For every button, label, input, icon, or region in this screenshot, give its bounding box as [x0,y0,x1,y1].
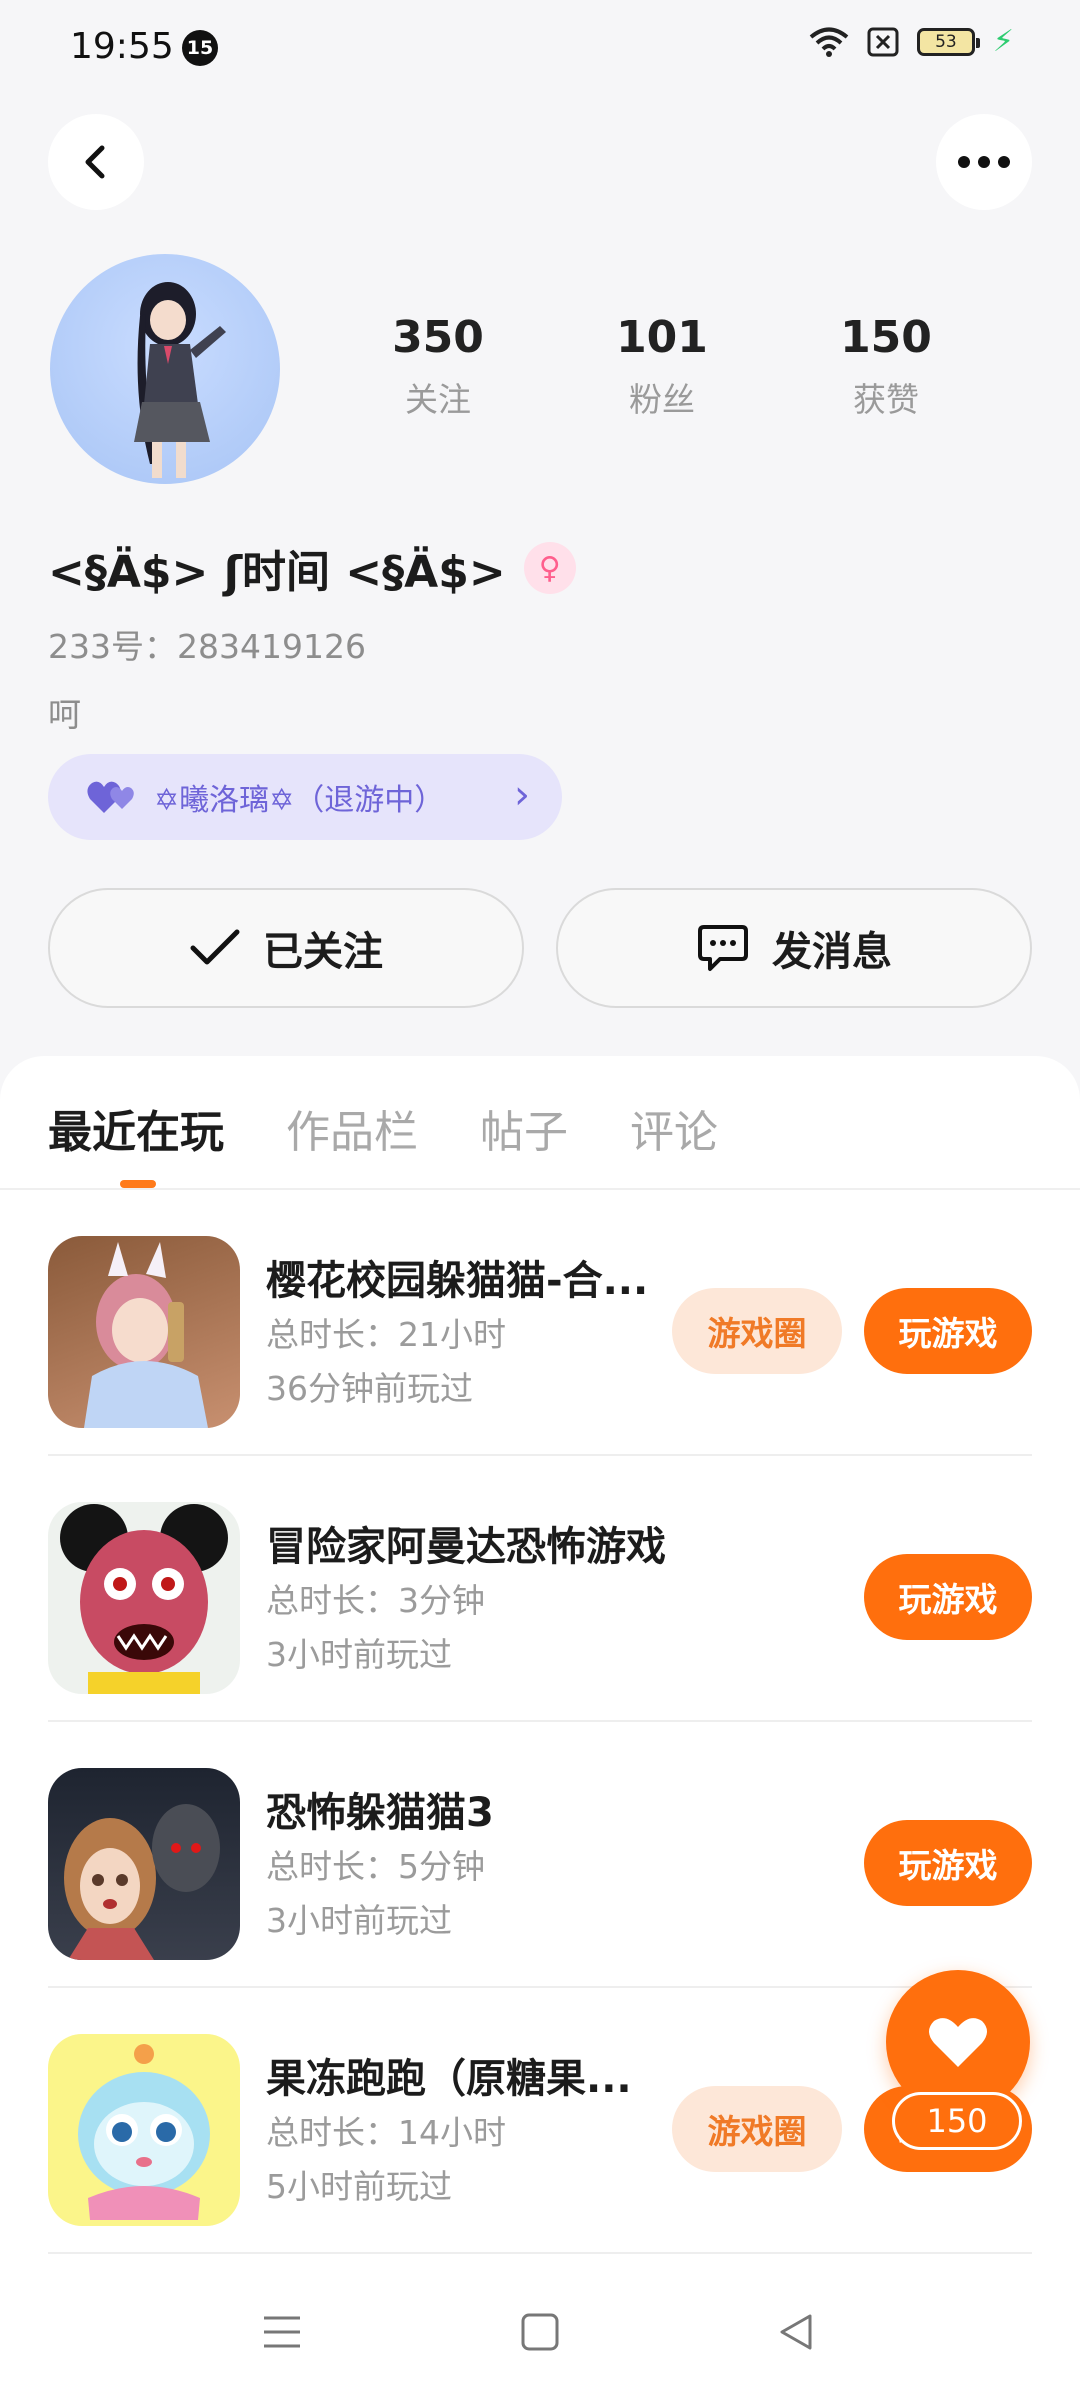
profile-stats: 350 关注 101 粉丝 150 获赞 [326,312,998,421]
stat-value: 150 [840,312,932,363]
heart-pair-icon [87,781,134,813]
game-circle-button[interactable]: 游戏圈 [672,2086,842,2172]
game-list-item[interactable]: 冒险家阿曼达恐怖游戏 总时长：3分钟 3小时前玩过 玩游戏 [48,1456,1032,1722]
tab-works[interactable]: 作品栏 [286,1096,418,1160]
no-sim-icon [867,27,899,57]
play-game-button[interactable]: 玩游戏 [864,1554,1032,1640]
stat-value: 350 [392,312,484,363]
checkmark-icon [190,929,240,965]
send-message-label: 发消息 [772,929,892,975]
play-game-button[interactable]: 玩游戏 [864,1288,1032,1374]
followed-label: 已关注 [263,929,383,975]
game-last-played: 3小时前玩过 [266,1901,452,1940]
stat-likes[interactable]: 150 获赞 [774,312,998,421]
menu-icon[interactable] [262,2312,302,2352]
game-last-played: 5小时前玩过 [266,2167,452,2206]
back-icon[interactable] [776,2312,816,2352]
chevron-right-icon: › [514,772,530,818]
game-title: 恐怖躲猫猫3 [266,1790,494,1836]
stat-following[interactable]: 350 关注 [326,312,550,421]
back-arrow-icon [85,145,105,179]
back-button[interactable] [48,114,144,210]
stat-label: 获赞 [853,380,919,419]
game-list-item[interactable]: 樱花校园躲猫猫-合... 总时长：21小时 36分钟前玩过 游戏圈 玩游戏 [48,1190,1032,1456]
game-list-item[interactable]: 果冻跑跑（原糖果... 总时长：14小时 5小时前玩过 游戏圈 玩游戏 [48,1988,1032,2254]
game-duration: 总时长：14小时 [266,2113,506,2152]
game-list-item[interactable]: 恐怖躲猫猫3 总时长：5分钟 3小时前玩过 玩游戏 [48,1722,1032,1988]
heart-icon [929,2018,987,2067]
system-navigation-bar [0,2276,1080,2400]
status-bar: 19:55 15 53 ⚡ [0,0,1080,96]
stat-label: 粉丝 [629,380,695,419]
status-time: 19:55 [70,26,174,67]
more-options-button[interactable] [936,114,1032,210]
relationship-pill[interactable]: ✡曦洛璃✡（退游中） › [48,754,562,840]
game-last-played: 36分钟前玩过 [266,1369,473,1408]
game-thumbnail [48,1502,240,1694]
notification-badge: 15 [182,30,218,66]
username: <§Ä$> ʃ时间 <§Ä$> [48,547,506,598]
game-title: 樱花校园躲猫猫-合... [266,1258,649,1304]
game-circle-button[interactable]: 游戏圈 [672,1288,842,1374]
more-dots-icon [958,156,1010,168]
game-thumbnail [48,1768,240,1960]
game-duration: 总时长：3分钟 [266,1581,485,1620]
charging-icon: ⚡ [992,24,1014,59]
wifi-icon [809,26,849,58]
game-thumbnail [48,1236,240,1428]
user-id: 233号：283419126 [48,627,366,666]
game-thumbnail [48,2034,240,2226]
tab-recently-played[interactable]: 最近在玩 [48,1096,224,1160]
stat-value: 101 [616,312,708,363]
username-row: <§Ä$> ʃ时间 <§Ä$> ♀ [48,536,576,600]
user-bio: 呵 [48,695,81,734]
game-duration: 总时长：21小时 [266,1315,506,1354]
game-last-played: 3小时前玩过 [266,1635,452,1674]
home-icon[interactable] [520,2312,560,2352]
play-game-button[interactable]: 玩游戏 [864,1820,1032,1906]
stat-label: 关注 [405,380,471,419]
avatar[interactable] [50,254,280,484]
like-count-badge: 150 [892,2092,1022,2150]
tab-comments[interactable]: 评论 [630,1096,718,1160]
battery-icon: 53 [916,28,980,56]
female-gender-icon: ♀ [523,542,576,594]
tab-posts[interactable]: 帖子 [480,1096,568,1160]
game-title: 冒险家阿曼达恐怖游戏 [266,1524,666,1570]
chat-bubble-icon [698,925,748,971]
followed-button[interactable]: 已关注 [48,888,524,1008]
game-title: 果冻跑跑（原糖果... [266,2056,632,2102]
profile-tabs: 最近在玩 作品栏 帖子 评论 [48,1096,718,1160]
relationship-text: ✡曦洛璃✡（退游中） [154,783,445,818]
stat-followers[interactable]: 101 粉丝 [550,312,774,421]
active-tab-indicator [120,1180,156,1188]
send-message-button[interactable]: 发消息 [556,888,1032,1008]
game-duration: 总时长：5分钟 [266,1847,485,1886]
